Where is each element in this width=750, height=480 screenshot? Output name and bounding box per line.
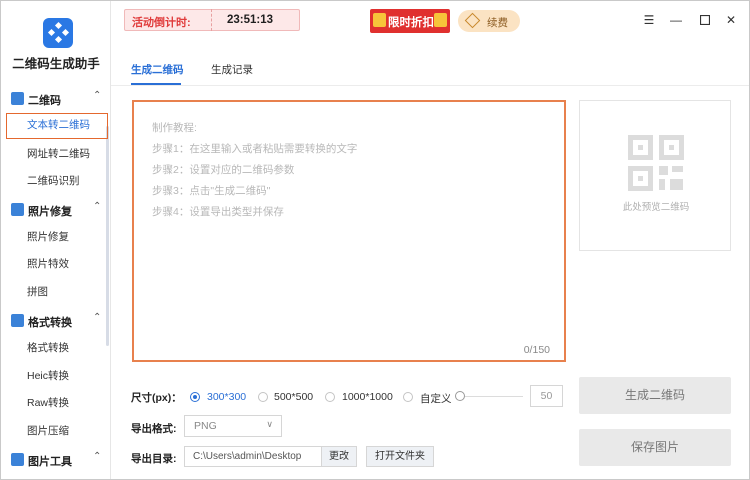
directory-path: C:\Users\admin\Desktop bbox=[193, 451, 302, 462]
generate-qrcode-button[interactable]: 生成二维码 bbox=[579, 377, 731, 414]
placeholder-line: 步骤1：在这里输入或者粘贴需要转换的文字 bbox=[152, 143, 358, 155]
sidebar-group-qrcode[interactable]: 二维码 ⌃ bbox=[1, 88, 109, 110]
open-folder-button[interactable]: 打开文件夹 bbox=[366, 446, 434, 467]
placeholder-line: 步骤2：设置对应的二维码参数 bbox=[152, 164, 295, 176]
image-tools-icon bbox=[11, 453, 24, 466]
sidebar-group-label: 照片修复 bbox=[28, 206, 72, 218]
text-input-area[interactable]: 制作教程: 步骤1：在这里输入或者粘贴需要转换的文字 步骤2：设置对应的二维码参… bbox=[132, 100, 566, 362]
gift-icon bbox=[434, 13, 447, 27]
qrcode-preview: 此处预览二维码 bbox=[579, 100, 731, 251]
sidebar: 二维码生成助手 二维码 ⌃ 文本转二维码 网址转二维码 二维码识别 照片修复 ⌃… bbox=[1, 1, 111, 479]
sidebar-group-photo-repair[interactable]: 照片修复 ⌃ bbox=[1, 199, 109, 221]
size-option-custom[interactable]: 自定义 bbox=[420, 391, 452, 406]
gift-icon bbox=[373, 13, 386, 27]
diamond-icon bbox=[464, 12, 481, 29]
app-name: 二维码生成助手 bbox=[12, 57, 100, 71]
size-option-1000[interactable]: 1000*1000 bbox=[342, 391, 393, 403]
size-radio-1000[interactable] bbox=[325, 392, 335, 402]
photo-icon bbox=[11, 203, 24, 216]
active-tab-indicator bbox=[131, 83, 181, 85]
sidebar-item-image-compress[interactable]: 图片压缩 bbox=[6, 418, 108, 444]
promo-button[interactable]: 限时折扣 bbox=[370, 9, 450, 33]
placeholder-line: 步骤4：设置导出类型并保存 bbox=[152, 206, 284, 218]
maximize-icon[interactable] bbox=[697, 11, 713, 29]
custom-size-slider-handle[interactable] bbox=[455, 391, 465, 401]
custom-size-input[interactable]: 50 bbox=[530, 385, 563, 407]
qrcode-placeholder-icon bbox=[628, 135, 684, 194]
sidebar-item-photo-repair[interactable]: 照片修复 bbox=[6, 224, 108, 250]
placeholder-line: 制作教程: bbox=[152, 122, 197, 134]
directory-label: 导出目录: bbox=[131, 453, 177, 465]
app-logo-icon bbox=[43, 18, 73, 48]
promo-label: 限时折扣 bbox=[388, 17, 434, 29]
sidebar-group-label: 二维码 bbox=[28, 95, 61, 107]
tabs-divider bbox=[111, 85, 749, 86]
size-label: 尺寸(px)： bbox=[131, 392, 182, 404]
format-select[interactable]: PNG ∨ bbox=[184, 415, 282, 437]
sidebar-item-qrcode-scan[interactable]: 二维码识别 bbox=[6, 168, 108, 194]
save-image-button[interactable]: 保存图片 bbox=[579, 429, 731, 466]
sidebar-group-label: 图片工具 bbox=[28, 456, 72, 468]
menu-icon[interactable]: ☰ bbox=[641, 11, 657, 29]
size-option-300[interactable]: 300*300 bbox=[207, 391, 246, 403]
size-radio-custom[interactable] bbox=[403, 392, 413, 402]
preview-placeholder-text: 此处预览二维码 bbox=[622, 202, 690, 213]
chevron-up-icon: ⌃ bbox=[93, 312, 102, 323]
sidebar-group-image-tools[interactable]: 图片工具 ⌃ bbox=[1, 449, 109, 471]
tab-history[interactable]: 生成记录 bbox=[211, 62, 253, 77]
sidebar-item-url-to-qrcode[interactable]: 网址转二维码 bbox=[6, 141, 108, 167]
size-radio-500[interactable] bbox=[258, 392, 268, 402]
countdown-banner: 活动倒计时: 23:51:13 bbox=[124, 9, 300, 31]
countdown-label: 活动倒计时: bbox=[132, 17, 191, 29]
close-icon[interactable]: ✕ bbox=[723, 11, 739, 29]
chevron-up-icon: ⌃ bbox=[93, 201, 102, 212]
sidebar-item-photo-effects[interactable]: 照片特效 bbox=[6, 251, 108, 277]
sidebar-group-label: 格式转换 bbox=[28, 317, 72, 329]
tab-generate-qrcode[interactable]: 生成二维码 bbox=[131, 62, 184, 77]
size-radio-300[interactable] bbox=[190, 392, 200, 402]
char-counter: 0/150 bbox=[523, 344, 550, 356]
sidebar-item-collage[interactable]: 拼图 bbox=[6, 279, 108, 305]
minimize-icon[interactable]: — bbox=[668, 11, 684, 29]
sidebar-item-heic-convert[interactable]: Heic转换 bbox=[6, 363, 108, 389]
chevron-up-icon: ⌃ bbox=[93, 90, 102, 101]
custom-size-slider-track[interactable] bbox=[465, 396, 523, 397]
format-value: PNG bbox=[194, 420, 217, 432]
sidebar-item-format-convert[interactable]: 格式转换 bbox=[6, 335, 108, 361]
countdown-time: 23:51:13 bbox=[227, 14, 274, 26]
countdown-divider bbox=[211, 9, 212, 31]
sidebar-item-text-to-qrcode[interactable]: 文本转二维码 bbox=[6, 113, 108, 139]
sidebar-item-raw-convert[interactable]: Raw转换 bbox=[6, 390, 108, 416]
sidebar-group-format-convert[interactable]: 格式转换 ⌃ bbox=[1, 310, 109, 332]
change-directory-button[interactable]: 更改 bbox=[321, 446, 357, 467]
size-option-500[interactable]: 500*500 bbox=[274, 391, 313, 403]
qrcode-icon bbox=[11, 92, 24, 105]
renew-button[interactable]: 续费 bbox=[458, 10, 520, 32]
placeholder-line: 步骤3：点击"生成二维码" bbox=[152, 185, 271, 197]
convert-icon bbox=[11, 314, 24, 327]
chevron-up-icon: ⌃ bbox=[93, 451, 102, 462]
format-label: 导出格式: bbox=[131, 423, 177, 435]
chevron-down-icon: ∨ bbox=[266, 419, 273, 429]
renew-label: 续费 bbox=[487, 17, 508, 29]
top-bar: 活动倒计时: 23:51:13 限时折扣 续费 ☰ — ✕ bbox=[111, 1, 749, 41]
